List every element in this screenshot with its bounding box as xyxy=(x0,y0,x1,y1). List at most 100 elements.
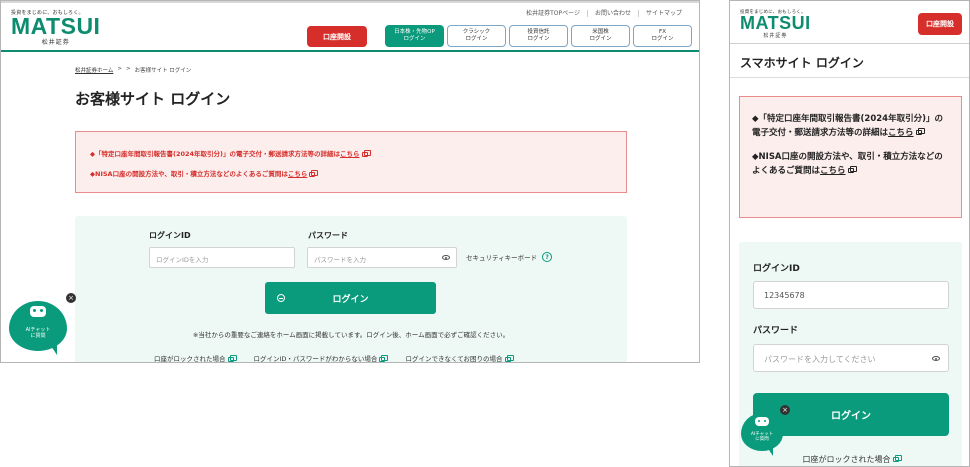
logo-subtitle: 松井証券 xyxy=(763,33,788,39)
notice-tax-report: ◆「特定口座年間取引報告書(2024年取引分)」の電子交付・郵送請求方法等の詳細… xyxy=(90,148,612,158)
utility-links: 松井証券TOPページ お問い合わせ サイトマップ xyxy=(519,10,689,17)
password-placeholder: パスワードを入力 xyxy=(314,256,366,264)
security-keyboard-label: セキュリティキーボード xyxy=(466,254,538,262)
login-button-label: ログイン xyxy=(831,411,871,422)
ai-chat-label: AIチャット に質問 xyxy=(9,327,67,339)
external-link-icon xyxy=(892,455,902,462)
breadcrumb: 松井証券ホーム > > お客様サイト ログイン xyxy=(75,66,191,74)
notice-box: ◆「特定口座年間取引報告書(2024年取引分)」の電子交付・郵送請求方法等の詳細… xyxy=(75,131,627,193)
notice-box: ◆「特定口座年間取引報告書(2024年取引分)」の電子交付・郵送請求方法等の詳細… xyxy=(739,96,962,218)
password-input[interactable]: パスワードを入力してください xyxy=(753,344,949,372)
nav-divider xyxy=(1,50,699,52)
help-link-label: ログインできなくてお困りの場合 xyxy=(405,355,503,363)
close-icon[interactable]: × xyxy=(780,405,790,415)
notice-link[interactable]: こちら xyxy=(340,150,360,158)
notice-link[interactable]: こちら xyxy=(820,166,846,176)
breadcrumb-separator: > xyxy=(125,66,131,72)
util-link-contact[interactable]: お問い合わせ xyxy=(586,10,638,17)
ai-chat-line2: に質問 xyxy=(755,437,769,442)
help-link-label: ログインID・パスワードがわからない場合 xyxy=(253,355,378,363)
help-link-label: 口座がロックされた場合 xyxy=(154,355,226,363)
notice-text: ◆NISA口座の開設方法や、取引・積立方法などのよくあるご質問は xyxy=(90,170,288,178)
login-panel: ログインID ログインIDを入力 パスワード パスワードを入力 セキュリティキー… xyxy=(75,216,627,363)
matsui-logo[interactable]: 投資をまじめに、おもしろく。 MATSUI 松井証券 xyxy=(740,9,811,39)
login-id-label: ログインID xyxy=(753,264,800,274)
login-button[interactable]: ログイン xyxy=(265,282,436,314)
external-link-icon xyxy=(309,169,319,177)
close-icon[interactable]: × xyxy=(66,293,76,303)
login-button-label: ログイン xyxy=(332,294,369,305)
util-link-top[interactable]: 松井証券TOPページ xyxy=(519,10,587,17)
password-placeholder: パスワードを入力してください xyxy=(764,355,876,364)
login-id-label: ログインID xyxy=(149,231,191,240)
password-input[interactable]: パスワードを入力 xyxy=(307,247,457,268)
notice-text: ◆「特定口座年間取引報告書(2024年取引分)」の電子交付・郵送請求方法等の詳細… xyxy=(752,114,943,138)
breadcrumb-home[interactable]: 松井証券ホーム xyxy=(75,66,113,74)
tab-line2: ログイン xyxy=(651,36,674,42)
tab-line1: クラシック xyxy=(462,29,491,35)
password-label: パスワード xyxy=(308,231,348,240)
help-icon[interactable]: ? xyxy=(542,252,553,262)
notice-link[interactable]: こちら xyxy=(888,128,914,138)
page-title: スマホサイト ログイン xyxy=(740,56,864,70)
tab-stock-futures-login[interactable]: 日本株・先物OP ログイン xyxy=(385,25,444,47)
robot-icon xyxy=(30,306,46,317)
tab-classic-login[interactable]: クラシック ログイン xyxy=(447,25,506,47)
tab-line1: FX xyxy=(659,29,666,35)
notice-nisa: ◆NISA口座の開設方法や、取引・積立方法などのよくあるご質問はこちら xyxy=(90,168,612,178)
external-link-icon xyxy=(915,128,925,135)
ai-chat-bubble: AIチャット に質問 xyxy=(9,301,67,351)
top-border xyxy=(1,1,699,3)
mobile-screen: 投資をまじめに、おもしろく。 MATSUI 松井証券 口座開設 スマホサイト ロ… xyxy=(729,0,970,467)
login-tabs: 日本株・先物OP ログイン クラシック ログイン 投資信託 ログイン 米国株 ロ… xyxy=(385,25,692,47)
ai-chat-widget[interactable]: AIチャット に質問 xyxy=(9,299,75,359)
logo-wordmark: MATSUI xyxy=(11,13,101,39)
breadcrumb-separator: > xyxy=(117,66,122,72)
notice-link[interactable]: こちら xyxy=(288,170,308,178)
logo-wordmark: MATSUI xyxy=(740,13,811,33)
tab-line1: 米国株 xyxy=(592,29,609,35)
util-link-sitemap[interactable]: サイトマップ xyxy=(637,10,689,17)
external-link-icon xyxy=(847,166,857,173)
ai-chat-bubble: AIチャット に質問 xyxy=(741,413,783,451)
title-divider xyxy=(730,77,969,78)
security-keyboard[interactable]: セキュリティキーボード ? xyxy=(466,252,553,262)
header-divider xyxy=(730,43,969,44)
notice-nisa: ◆NISA口座の開設方法や、取引・積立方法などのよくあるご質問はこちら xyxy=(752,150,949,178)
tab-line1: 日本株・先物OP xyxy=(394,29,435,35)
login-arrow-icon xyxy=(277,294,285,302)
external-link-icon xyxy=(504,354,514,362)
help-link-cannot-login[interactable]: ログインできなくてお困りの場合 xyxy=(405,353,514,363)
notice-text: ◆「特定口座年間取引報告書(2024年取引分)」の電子交付・郵送請求方法等の詳細… xyxy=(90,150,341,158)
eye-icon[interactable] xyxy=(932,356,940,361)
external-link-icon xyxy=(227,354,237,362)
tab-line1: 投資信託 xyxy=(527,29,550,35)
tab-line2: ログイン xyxy=(465,36,488,42)
important-note: ※当社からの重要なご連絡をホーム画面に掲載しています。ログイン後、ホーム画面で必… xyxy=(192,331,510,339)
eye-icon[interactable] xyxy=(442,255,450,260)
help-link-forgot[interactable]: ログインID・パスワードがわからない場合 xyxy=(253,353,389,363)
tab-fund-login[interactable]: 投資信託 ログイン xyxy=(509,25,568,47)
tab-line2: ログイン xyxy=(403,36,426,42)
tab-fx-login[interactable]: FX ログイン xyxy=(633,25,692,47)
notice-tax-report: ◆「特定口座年間取引報告書(2024年取引分)」の電子交付・郵送請求方法等の詳細… xyxy=(752,112,949,140)
breadcrumb-current: お客様サイト ログイン xyxy=(134,68,192,74)
external-link-icon xyxy=(361,149,371,157)
ai-chat-widget[interactable]: AIチャット に質問 xyxy=(741,413,785,459)
help-links: 口座がロックされた場合 ログインID・パスワードがわからない場合 ログインできな… xyxy=(154,353,514,363)
login-id-input[interactable]: 12345678 xyxy=(753,281,949,309)
open-account-button[interactable]: 口座開設 xyxy=(307,26,367,47)
ai-chat-tail xyxy=(49,343,57,355)
ai-chat-label: AIチャット に質問 xyxy=(741,432,783,442)
password-label: パスワード xyxy=(753,326,799,336)
tab-us-stock-login[interactable]: 米国株 ログイン xyxy=(571,25,630,47)
desktop-screen: 投資をまじめに、おもしろく。 MATSUI 松井証券 松井証券TOPページ お問… xyxy=(0,0,700,363)
tab-line2: ログイン xyxy=(527,36,550,42)
ai-chat-line2: に質問 xyxy=(30,333,46,339)
external-link-icon xyxy=(379,354,389,362)
matsui-logo[interactable]: 投資をまじめに、おもしろく。 MATSUI 松井証券 xyxy=(11,9,100,46)
login-id-input[interactable]: ログインIDを入力 xyxy=(149,247,295,268)
open-account-button[interactable]: 口座開設 xyxy=(918,13,962,35)
help-link-locked[interactable]: 口座がロックされた場合 xyxy=(154,353,237,363)
tab-line2: ログイン xyxy=(589,36,612,42)
